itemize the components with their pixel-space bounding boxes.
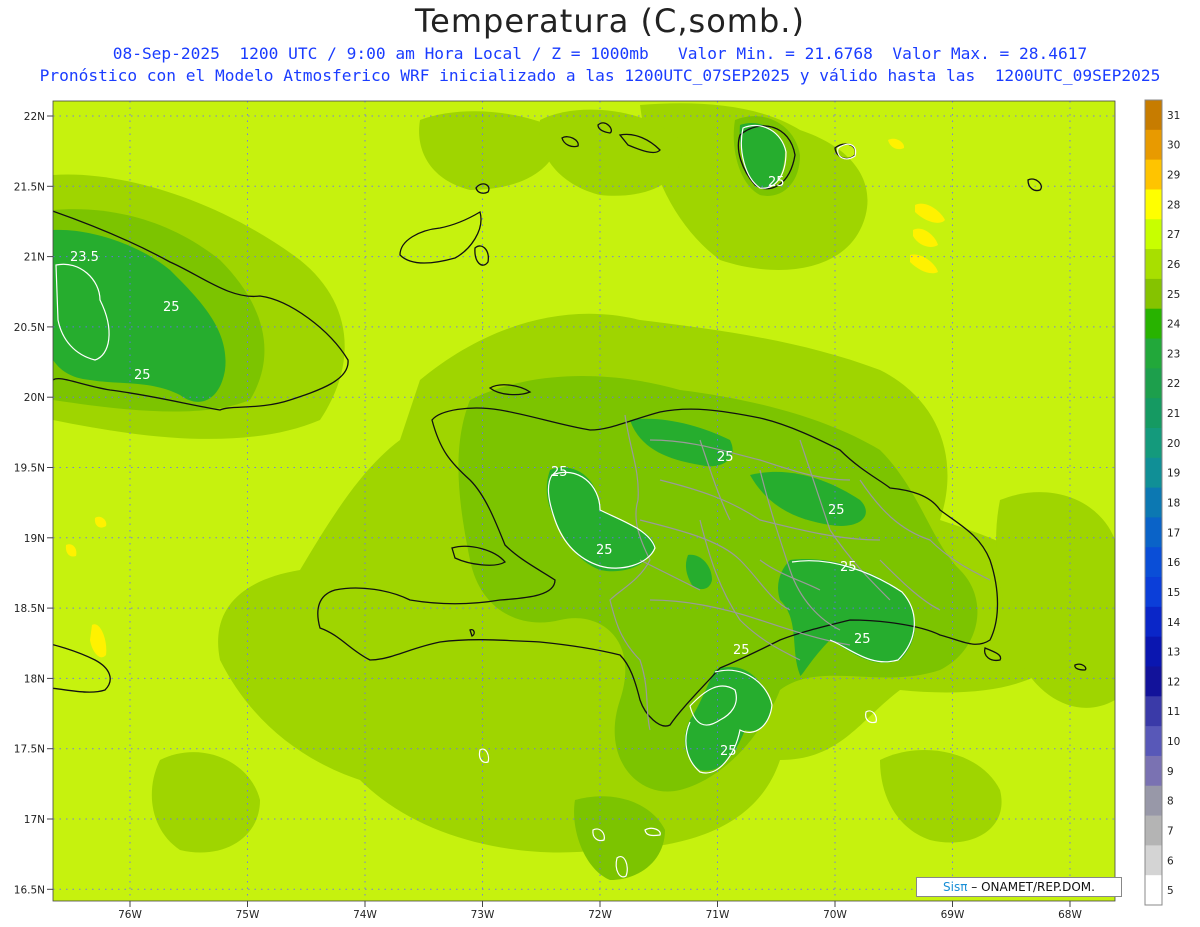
colorbar-label: 11 <box>1167 706 1180 718</box>
latitude-axis: 22N 21.5N 21N 20.5N 20N 19.5N 19N 18.5N 18N 17.5N… <box>14 111 53 896</box>
colorbar-label: 6 <box>1167 855 1174 867</box>
contour-label: 25 <box>720 744 737 759</box>
colorbar-label: 27 <box>1167 229 1180 241</box>
lat-tick-label: 19N <box>24 533 45 545</box>
contour-label: 25 <box>854 632 871 647</box>
lon-tick-label: 68W <box>1058 909 1082 921</box>
colorbar-swatch <box>1145 457 1162 489</box>
lat-tick-label: 21N <box>24 252 45 264</box>
colorbar-label: 15 <box>1167 587 1180 599</box>
colorbar-swatch <box>1145 785 1162 817</box>
colorbar-swatch <box>1145 278 1162 310</box>
colorbar-label: 23 <box>1167 348 1180 360</box>
colorbar-swatch <box>1145 577 1162 608</box>
lat-tick-label: 20N <box>24 392 45 404</box>
lon-tick-label: 74W <box>353 909 377 921</box>
contour-label: 25 <box>134 368 151 383</box>
colorbar-swatch <box>1145 517 1162 548</box>
colorbar-swatch <box>1145 129 1162 161</box>
colorbar-swatch <box>1145 159 1162 190</box>
colorbar-label: 22 <box>1167 378 1180 390</box>
colorbar-swatch <box>1145 249 1162 280</box>
colorbar-label: 21 <box>1167 408 1180 420</box>
colorbar-label: 28 <box>1167 199 1180 211</box>
lon-tick-label: 73W <box>471 909 495 921</box>
colorbar-swatch <box>1145 308 1162 340</box>
colorbar-swatch <box>1145 487 1162 518</box>
colorbar-label: 8 <box>1167 796 1174 808</box>
forecast-map: 23.5 25 25 25 25 25 25 25 25 25 25 25 22… <box>14 99 1181 921</box>
longitude-axis: 76W 75W 74W 73W 72W 71W 70W 69W 68W <box>118 901 1082 921</box>
lon-tick-label: 69W <box>941 909 965 921</box>
colorbar-label: 13 <box>1167 647 1180 659</box>
contour-label: 25 <box>717 450 734 465</box>
colorbar-label: 19 <box>1167 468 1180 480</box>
colorbar-label: 14 <box>1167 617 1181 629</box>
colorbar-swatch <box>1145 755 1162 787</box>
lat-tick-label: 18N <box>24 673 45 685</box>
colorbar-swatch <box>1145 636 1162 667</box>
lat-tick-label: 17.5N <box>14 744 45 756</box>
colorbar-label: 16 <box>1167 557 1181 569</box>
lat-tick-label: 16.5N <box>14 884 45 896</box>
contour-label: 25 <box>596 543 613 558</box>
colorbar-label: 26 <box>1167 259 1181 271</box>
colorbar-label: 5 <box>1167 885 1174 897</box>
contour-label: 25 <box>163 300 180 315</box>
contour-label: 25 <box>733 643 750 658</box>
lat-tick-label: 20.5N <box>14 322 45 334</box>
contour-label: 25 <box>551 465 568 480</box>
colorbar-label: 12 <box>1167 676 1180 688</box>
colorbar-label: 31 <box>1167 110 1180 122</box>
lat-tick-label: 21.5N <box>14 181 45 193</box>
colorbar-label: 9 <box>1167 766 1174 778</box>
contour-label: 23.5 <box>70 250 99 265</box>
credit-text: – ONAMET/REP.DOM. <box>967 880 1095 894</box>
colorbar-swatch <box>1145 368 1162 399</box>
colorbar-swatch <box>1145 815 1162 846</box>
contour-label: 25 <box>840 560 857 575</box>
colorbar-swatch <box>1145 726 1162 757</box>
colorbar-swatch <box>1145 189 1162 220</box>
colorbar-swatch <box>1145 398 1162 429</box>
lon-tick-label: 70W <box>823 909 847 921</box>
colorbar-label: 29 <box>1167 170 1180 182</box>
lat-tick-label: 19.5N <box>14 463 45 475</box>
colorbar-label: 20 <box>1167 438 1180 450</box>
lat-tick-label: 18.5N <box>14 603 45 615</box>
colorbar-swatch <box>1145 547 1162 578</box>
colorbar-swatch <box>1145 100 1162 131</box>
colorbar-label: 7 <box>1167 825 1174 837</box>
contour-label: 25 <box>768 175 785 190</box>
lat-tick-label: 17N <box>24 814 45 826</box>
lon-tick-label: 71W <box>706 909 730 921</box>
credit-box: Sisπ – ONAMET/REP.DOM. <box>916 877 1122 897</box>
colorbar-swatch <box>1145 666 1162 697</box>
colorbar-label: 18 <box>1167 498 1180 510</box>
colorbar-label: 10 <box>1167 736 1180 748</box>
colorbar-swatch <box>1145 219 1162 250</box>
colorbar-swatch <box>1145 427 1162 459</box>
contour-label: 25 <box>828 503 845 518</box>
color-scale-bar: 31 30 29 28 27 26 25 24 23 22 21 20 19 18 17 16 15 14 13 12… <box>1144 99 1181 906</box>
colorbar-label: 24 <box>1167 319 1181 331</box>
lon-tick-label: 76W <box>118 909 142 921</box>
sispi-logo-text: Sisπ <box>943 880 968 894</box>
colorbar-swatch <box>1145 845 1162 876</box>
lat-tick-label: 22N <box>24 111 45 123</box>
lon-tick-label: 72W <box>588 909 612 921</box>
colorbar-swatch <box>1145 606 1162 638</box>
colorbar-swatch <box>1145 875 1162 906</box>
colorbar-label: 25 <box>1167 289 1180 301</box>
lon-tick-label: 75W <box>236 909 260 921</box>
colorbar-swatch <box>1145 696 1162 727</box>
colorbar-label: 17 <box>1167 527 1180 539</box>
colorbar-swatch <box>1145 338 1162 369</box>
colorbar-label: 30 <box>1167 140 1180 152</box>
